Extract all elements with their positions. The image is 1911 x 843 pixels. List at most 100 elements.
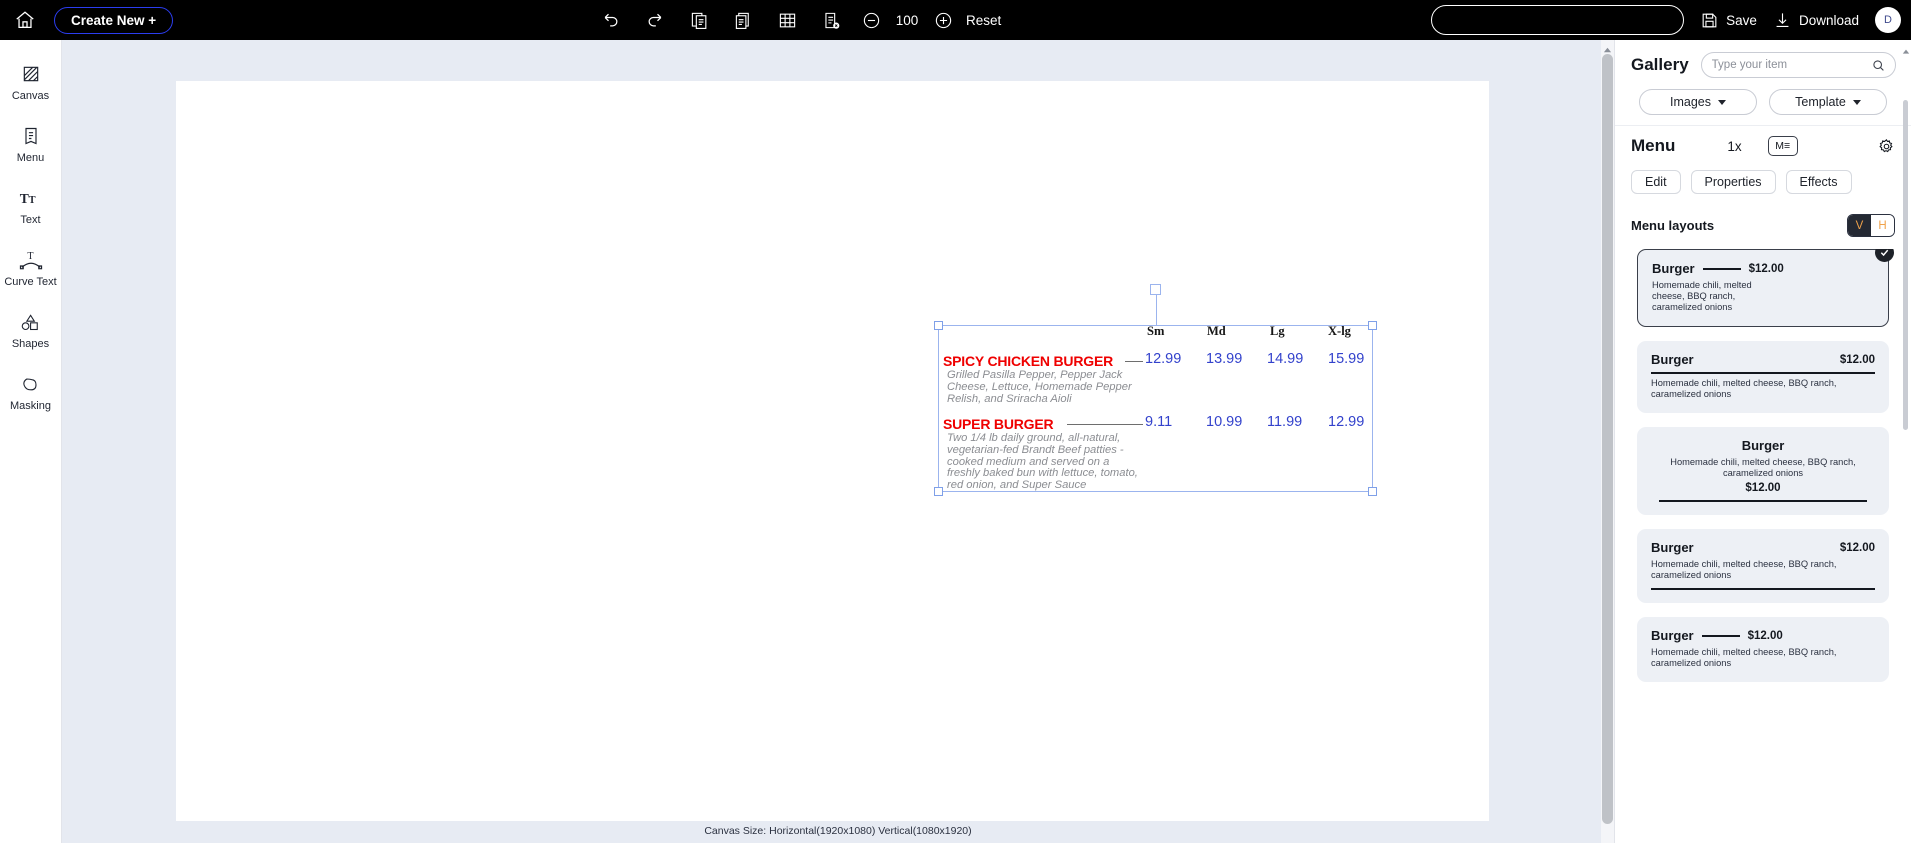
home-icon[interactable] bbox=[8, 3, 42, 37]
svg-text:T: T bbox=[27, 251, 33, 262]
menu-tabs: Edit Properties Effects bbox=[1631, 170, 1895, 194]
copy-page-button[interactable] bbox=[688, 9, 710, 31]
masking-icon bbox=[20, 372, 42, 396]
gear-icon[interactable] bbox=[1878, 138, 1895, 155]
card-rule bbox=[1659, 500, 1867, 502]
zoom-controls: 100 Reset bbox=[860, 0, 1001, 40]
avatar[interactable]: D bbox=[1875, 7, 1901, 33]
card-title: Burger bbox=[1651, 540, 1694, 555]
card-rule bbox=[1651, 372, 1875, 374]
sidebar-item-text[interactable]: T T Text bbox=[2, 186, 60, 226]
sidebar-item-label: Masking bbox=[10, 400, 51, 412]
chevron-down-icon bbox=[1853, 100, 1861, 105]
menu-item-name: SPICY CHICKEN BURGER bbox=[943, 353, 1113, 369]
sidebar-item-label: Curve Text bbox=[4, 276, 56, 288]
sidebar-item-canvas[interactable]: Canvas bbox=[2, 62, 60, 102]
images-dropdown[interactable]: Images bbox=[1639, 89, 1757, 115]
sidebar-item-label: Menu bbox=[17, 152, 45, 164]
card-description: Homemade chili, melted cheese, BBQ ranch… bbox=[1651, 457, 1875, 479]
list-item[interactable]: Burger Homemade chili, melted cheese, BB… bbox=[1637, 427, 1889, 515]
rotation-handle[interactable] bbox=[1150, 284, 1161, 295]
card-description: Homemade chili, melted cheese, BBQ ranch… bbox=[1652, 280, 1760, 313]
canvas-workarea[interactable]: Sm Md Lg X-lg SPICY CHICKEN BURGER 12.99… bbox=[62, 40, 1614, 843]
tab-effects[interactable]: Effects bbox=[1786, 170, 1852, 194]
leader-line bbox=[1125, 361, 1143, 362]
page-title: Gallery bbox=[1631, 55, 1689, 75]
sidebar-item-menu[interactable]: Menu bbox=[2, 124, 60, 164]
project-name-input[interactable] bbox=[1431, 5, 1684, 35]
menu-list-toggle-button[interactable]: M≡ bbox=[1768, 136, 1798, 156]
menu-price-table: Sm Md Lg X-lg SPICY CHICKEN BURGER 12.99… bbox=[939, 326, 1374, 499]
zoom-out-button[interactable] bbox=[860, 9, 882, 31]
undo-button[interactable] bbox=[600, 9, 622, 31]
tab-edit[interactable]: Edit bbox=[1631, 170, 1681, 194]
reset-zoom-button[interactable]: Reset bbox=[966, 13, 1001, 28]
menu-layout-list[interactable]: Burger $12.00 Homemade chili, melted che… bbox=[1615, 249, 1911, 843]
list-item[interactable]: Burger $12.00 Homemade chili, melted che… bbox=[1637, 249, 1889, 327]
canvas-icon bbox=[21, 62, 41, 86]
card-title-row: Burger $12.00 bbox=[1651, 628, 1875, 643]
card-price: $12.00 bbox=[1651, 482, 1875, 494]
menu-item-row[interactable]: SUPER BURGER 9.11 10.99 11.99 12.99 Two … bbox=[939, 409, 1374, 499]
card-price: $12.00 bbox=[1840, 354, 1875, 366]
download-button[interactable]: Download bbox=[1773, 11, 1859, 30]
paste-page-button[interactable] bbox=[732, 9, 754, 31]
card-divider bbox=[1703, 268, 1741, 270]
tab-properties[interactable]: Properties bbox=[1691, 170, 1776, 194]
download-icon bbox=[1773, 11, 1792, 30]
create-new-button[interactable]: Create New + bbox=[54, 7, 173, 34]
svg-text:T: T bbox=[19, 191, 28, 206]
panel-scrollbar[interactable] bbox=[1902, 40, 1910, 843]
gallery-title-row: Gallery bbox=[1631, 52, 1895, 78]
scrollbar-thumb[interactable] bbox=[1602, 54, 1613, 824]
search-icon bbox=[1872, 59, 1885, 72]
delete-page-button[interactable] bbox=[820, 9, 842, 31]
menu-item-row[interactable]: SPICY CHICKEN BURGER 12.99 13.99 14.99 1… bbox=[939, 341, 1374, 409]
images-dropdown-label: Images bbox=[1670, 95, 1711, 109]
menu-layouts-row: Menu layouts V H bbox=[1631, 214, 1895, 237]
svg-text:T: T bbox=[28, 195, 35, 206]
orientation-horizontal-button[interactable]: H bbox=[1871, 215, 1894, 236]
template-dropdown[interactable]: Template bbox=[1769, 89, 1887, 115]
topbar-right-group: Save Download D bbox=[1431, 0, 1901, 40]
card-description: Homemade chili, melted cheese, BBQ ranch… bbox=[1651, 559, 1875, 581]
leader-line bbox=[1067, 424, 1143, 425]
card-description: Homemade chili, melted cheese, BBQ ranch… bbox=[1651, 647, 1875, 669]
search-input[interactable] bbox=[1712, 59, 1866, 71]
redo-button[interactable] bbox=[644, 9, 666, 31]
list-item[interactable]: Burger $12.00 Homemade chili, melted che… bbox=[1637, 617, 1889, 682]
list-item[interactable]: Burger $12.00 Homemade chili, melted che… bbox=[1637, 341, 1889, 413]
card-divider bbox=[1702, 635, 1740, 637]
sidebar-item-masking[interactable]: Masking bbox=[2, 372, 60, 412]
search-input-wrapper[interactable] bbox=[1701, 52, 1896, 78]
gallery-header: Gallery Images Template bbox=[1615, 40, 1911, 126]
scrollbar-thumb[interactable] bbox=[1903, 100, 1908, 430]
zoom-level-value: 100 bbox=[894, 13, 920, 28]
menu-item-price: 11.99 bbox=[1267, 414, 1302, 430]
text-icon: T T bbox=[19, 186, 43, 210]
sidebar-item-shapes[interactable]: Shapes bbox=[2, 310, 60, 350]
menu-multiplier[interactable]: 1x bbox=[1727, 139, 1741, 154]
sidebar-item-curve-text[interactable]: T Curve Text bbox=[2, 248, 60, 288]
sidebar-item-label: Canvas bbox=[12, 90, 49, 102]
save-button[interactable]: Save bbox=[1700, 11, 1757, 30]
scroll-up-arrow[interactable] bbox=[1603, 42, 1612, 51]
canvas-page[interactable]: Sm Md Lg X-lg SPICY CHICKEN BURGER 12.99… bbox=[176, 81, 1489, 821]
top-toolbar: Create New + bbox=[0, 0, 1911, 40]
card-title: Burger bbox=[1651, 628, 1694, 643]
zoom-in-button[interactable] bbox=[932, 9, 954, 31]
scroll-up-arrow[interactable] bbox=[1902, 43, 1910, 51]
menu-title-row: Menu 1x M≡ bbox=[1631, 136, 1895, 156]
right-panel: Gallery Images Template bbox=[1614, 40, 1911, 843]
selected-menu-object[interactable]: Sm Md Lg X-lg SPICY CHICKEN BURGER 12.99… bbox=[938, 325, 1373, 492]
sidebar-item-label: Shapes bbox=[12, 338, 49, 350]
menu-layouts-label: Menu layouts bbox=[1631, 218, 1714, 233]
list-item[interactable]: Burger $12.00 Homemade chili, melted che… bbox=[1637, 529, 1889, 603]
menu-item-price: 12.99 bbox=[1328, 414, 1364, 430]
template-dropdown-label: Template bbox=[1795, 95, 1846, 109]
canvas-scrollbar[interactable] bbox=[1601, 40, 1614, 843]
grid-icon[interactable] bbox=[776, 9, 798, 31]
orientation-vertical-button[interactable]: V bbox=[1848, 215, 1871, 236]
size-header-sm: Sm bbox=[1147, 324, 1164, 339]
card-price: $12.00 bbox=[1840, 542, 1875, 554]
